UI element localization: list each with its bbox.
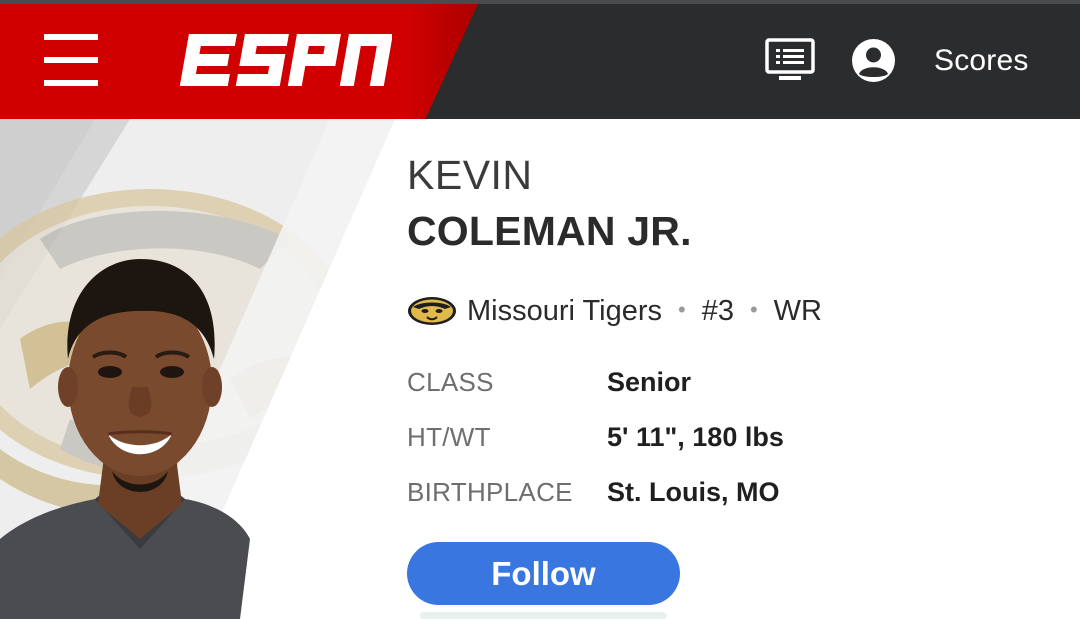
espn-logo[interactable] xyxy=(172,28,392,92)
watch-tv-icon[interactable] xyxy=(765,38,815,82)
bio-value: Senior xyxy=(607,366,692,397)
status-bar-divider xyxy=(0,0,1080,4)
separator-dot: • xyxy=(678,297,686,322)
bio-label: BIRTHPLACE xyxy=(407,476,573,507)
follow-button-shadow xyxy=(420,612,667,619)
bio-row-height-weight: HT/WT 5' 11", 180 lbs xyxy=(407,419,784,455)
separator-dot: • xyxy=(749,297,758,322)
menu-icon-bar xyxy=(44,80,98,86)
menu-icon[interactable] xyxy=(44,34,98,86)
menu-icon-bar xyxy=(44,34,98,40)
follow-button[interactable]: Follow xyxy=(407,542,680,605)
user-icon[interactable] xyxy=(852,39,895,82)
player-first-name: KEVIN xyxy=(407,152,533,198)
bio-label: CLASS xyxy=(407,366,494,397)
player-position: WR xyxy=(773,294,822,327)
missouri-tigers-logo-icon[interactable] xyxy=(407,296,457,326)
menu-icon-bar xyxy=(44,57,98,63)
team-info-row: Missouri Tigers • #3 • WR xyxy=(407,292,822,330)
scores-link[interactable]: Scores xyxy=(934,42,1029,80)
team-name-link[interactable]: Missouri Tigers xyxy=(467,295,662,328)
top-nav-bar: Scores xyxy=(0,0,1080,119)
jersey-number: #3 xyxy=(701,294,734,327)
player-headshot-area xyxy=(0,119,420,619)
player-last-name: COLEMAN JR. xyxy=(407,208,692,254)
bio-row-class: CLASS Senior xyxy=(407,364,691,400)
bio-value: St. Louis, MO xyxy=(607,476,780,507)
bio-label: HT/WT xyxy=(407,421,491,452)
bio-row-birthplace: BIRTHPLACE St. Louis, MO xyxy=(407,474,780,510)
bio-value: 5' 11", 180 lbs xyxy=(607,421,784,452)
player-headshot xyxy=(0,119,420,619)
